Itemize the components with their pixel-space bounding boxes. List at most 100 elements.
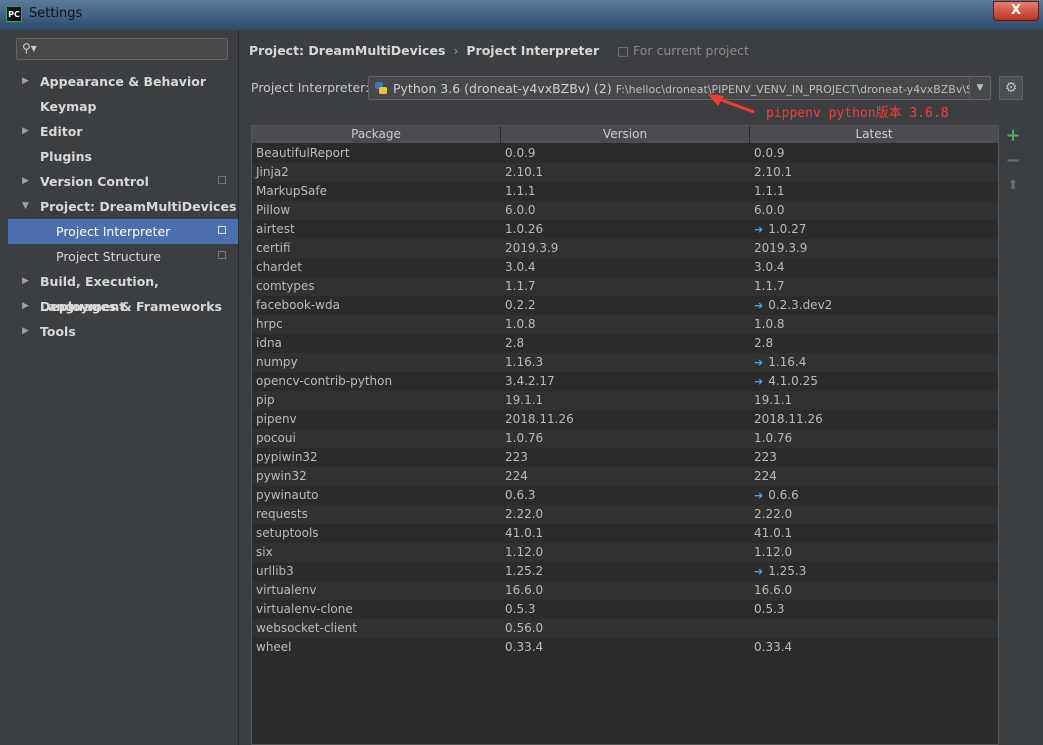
- table-row[interactable]: wheel 0.33.4 0.33.4: [252, 638, 998, 657]
- table-row[interactable]: six 1.12.0 1.12.0: [252, 543, 998, 562]
- table-row[interactable]: websocket-client 0.56.0: [252, 619, 998, 638]
- sidebar-item-label: Editor: [40, 124, 83, 139]
- sidebar-item-label: Languages & Frameworks: [40, 299, 222, 314]
- column-header-package[interactable]: Package: [252, 126, 501, 143]
- sidebar-item-tools[interactable]: ▶ Tools: [8, 319, 238, 344]
- expand-arrow-icon: ▶: [22, 301, 29, 311]
- latest-version-value: 1.25.3: [768, 564, 807, 578]
- package-version: 3.0.4: [505, 260, 536, 274]
- table-row[interactable]: MarkupSafe 1.1.1 1.1.1: [252, 182, 998, 201]
- packages-table[interactable]: Package Version Latest BeautifulReport 0.…: [251, 125, 999, 745]
- package-version: 2.10.1: [505, 165, 544, 179]
- table-row[interactable]: virtualenv 16.6.0 16.6.0: [252, 581, 998, 600]
- annotation-arrow-icon: [708, 94, 755, 114]
- dropdown-arrow-icon[interactable]: ▼: [969, 77, 990, 99]
- interpreter-name: Python 3.6 (droneat-y4vxBZBv) (2): [393, 81, 612, 96]
- package-version: 3.4.2.17: [505, 374, 555, 388]
- package-version: 19.1.1: [505, 393, 544, 407]
- sidebar-item-version-control[interactable]: ▶ Version Control: [8, 169, 238, 194]
- sidebar-item-label: Keymap: [40, 99, 97, 114]
- expand-arrow-icon: ▶: [22, 276, 29, 286]
- table-row[interactable]: pywinauto 0.6.3 ➜ 0.6.6: [252, 486, 998, 505]
- package-version: 0.5.3: [505, 602, 536, 616]
- package-latest: 0.5.3: [754, 600, 785, 619]
- sidebar-item-project[interactable]: ▼ Project: DreamMultiDevices: [8, 194, 238, 219]
- table-row[interactable]: chardet 3.0.4 3.0.4: [252, 258, 998, 277]
- upgrade-package-button[interactable]: ⬆: [1004, 177, 1022, 195]
- package-name: chardet: [256, 260, 302, 274]
- package-name: hrpc: [256, 317, 283, 331]
- table-row[interactable]: setuptools 41.0.1 41.0.1: [252, 524, 998, 543]
- table-row[interactable]: comtypes 1.1.7 1.1.7: [252, 277, 998, 296]
- package-name: Pillow: [256, 203, 291, 217]
- table-row[interactable]: urllib3 1.25.2 ➜ 1.25.3: [252, 562, 998, 581]
- package-version: 0.56.0: [505, 621, 544, 635]
- sidebar-item-editor[interactable]: ▶ Editor: [8, 119, 238, 144]
- package-latest: 224: [754, 467, 777, 486]
- package-name: setuptools: [256, 526, 319, 540]
- table-header: Package Version Latest: [252, 126, 998, 143]
- package-name: MarkupSafe: [256, 184, 328, 198]
- remove-package-button[interactable]: −: [1004, 152, 1022, 170]
- package-name: certifi: [256, 241, 291, 255]
- project-scope-icon: [218, 226, 226, 234]
- sidebar-item-project-structure[interactable]: Project Structure: [8, 244, 238, 269]
- sidebar-item-build[interactable]: ▶ Build, Execution, Deployment: [8, 269, 238, 314]
- latest-version-value: 2.22.0: [754, 507, 793, 521]
- pycharm-logo-icon: PC: [6, 6, 22, 22]
- package-name: opencv-contrib-python: [256, 374, 393, 388]
- latest-version-value: 4.1.0.25: [768, 374, 818, 388]
- column-header-version[interactable]: Version: [501, 126, 750, 143]
- latest-version-value: 2018.11.26: [754, 412, 823, 426]
- package-name: pywin32: [256, 469, 307, 483]
- table-row[interactable]: Pillow 6.0.0 6.0.0: [252, 201, 998, 220]
- table-row[interactable]: airtest 1.0.26 ➜ 1.0.27: [252, 220, 998, 239]
- package-name: pypiwin32: [256, 450, 318, 464]
- table-row[interactable]: hrpc 1.0.8 1.0.8: [252, 315, 998, 334]
- add-package-button[interactable]: +: [1004, 127, 1022, 145]
- package-name: BeautifulReport: [256, 146, 350, 160]
- package-version: 1.0.76: [505, 431, 544, 445]
- table-row[interactable]: Jinja2 2.10.1 2.10.1: [252, 163, 998, 182]
- package-name: numpy: [256, 355, 298, 369]
- close-button[interactable]: X: [993, 1, 1039, 21]
- package-name: pipenv: [256, 412, 297, 426]
- package-version: 1.1.1: [505, 184, 536, 198]
- sidebar-item-languages[interactable]: ▶ Languages & Frameworks: [8, 294, 238, 319]
- sidebar-item-plugins[interactable]: Plugins: [8, 144, 238, 169]
- table-row[interactable]: pip 19.1.1 19.1.1: [252, 391, 998, 410]
- sidebar-item-project-interpreter[interactable]: Project Interpreter: [8, 219, 238, 244]
- breadcrumb-project: Project: DreamMultiDevices: [249, 43, 446, 58]
- table-row[interactable]: virtualenv-clone 0.5.3 0.5.3: [252, 600, 998, 619]
- sidebar-item-keymap[interactable]: Keymap: [8, 94, 238, 119]
- upgrade-available-icon: ➜: [754, 375, 764, 388]
- table-row[interactable]: pypiwin32 223 223: [252, 448, 998, 467]
- package-version: 1.25.2: [505, 564, 544, 578]
- table-row[interactable]: certifi 2019.3.9 2019.3.9: [252, 239, 998, 258]
- package-version: 1.0.26: [505, 222, 544, 236]
- sidebar-item-appearance[interactable]: ▶ Appearance & Behavior: [8, 69, 238, 94]
- table-row[interactable]: pywin32 224 224: [252, 467, 998, 486]
- interpreter-select[interactable]: Python 3.6 (droneat-y4vxBZBv) (2) F:\hel…: [368, 76, 991, 100]
- table-row[interactable]: numpy 1.16.3 ➜ 1.16.4: [252, 353, 998, 372]
- table-row[interactable]: pocoui 1.0.76 1.0.76: [252, 429, 998, 448]
- upgrade-available-icon: ➜: [754, 356, 764, 369]
- gear-icon[interactable]: ⚙: [999, 76, 1023, 100]
- table-row[interactable]: idna 2.8 2.8: [252, 334, 998, 353]
- package-version: 2018.11.26: [505, 412, 574, 426]
- interpreter-path: F:\helloc\droneat\PIPENV_VENV_IN_PROJECT…: [615, 83, 991, 96]
- column-header-latest[interactable]: Latest: [750, 126, 998, 143]
- table-row[interactable]: pipenv 2018.11.26 2018.11.26: [252, 410, 998, 429]
- latest-version-value: 0.33.4: [754, 640, 793, 654]
- latest-version-value: 1.1.7: [754, 279, 785, 293]
- sidebar-item-label: Plugins: [40, 149, 92, 164]
- expand-arrow-icon: ▶: [22, 176, 29, 186]
- table-row[interactable]: facebook-wda 0.2.2 ➜ 0.2.3.dev2: [252, 296, 998, 315]
- latest-version-value: 0.0.9: [754, 146, 785, 160]
- search-input[interactable]: ⚲▾: [16, 38, 228, 60]
- table-row[interactable]: opencv-contrib-python 3.4.2.17 ➜ 4.1.0.25: [252, 372, 998, 391]
- package-name: Jinja2: [256, 165, 289, 179]
- package-version: 1.1.7: [505, 279, 536, 293]
- table-row[interactable]: requests 2.22.0 2.22.0: [252, 505, 998, 524]
- table-row[interactable]: BeautifulReport 0.0.9 0.0.9: [252, 144, 998, 163]
